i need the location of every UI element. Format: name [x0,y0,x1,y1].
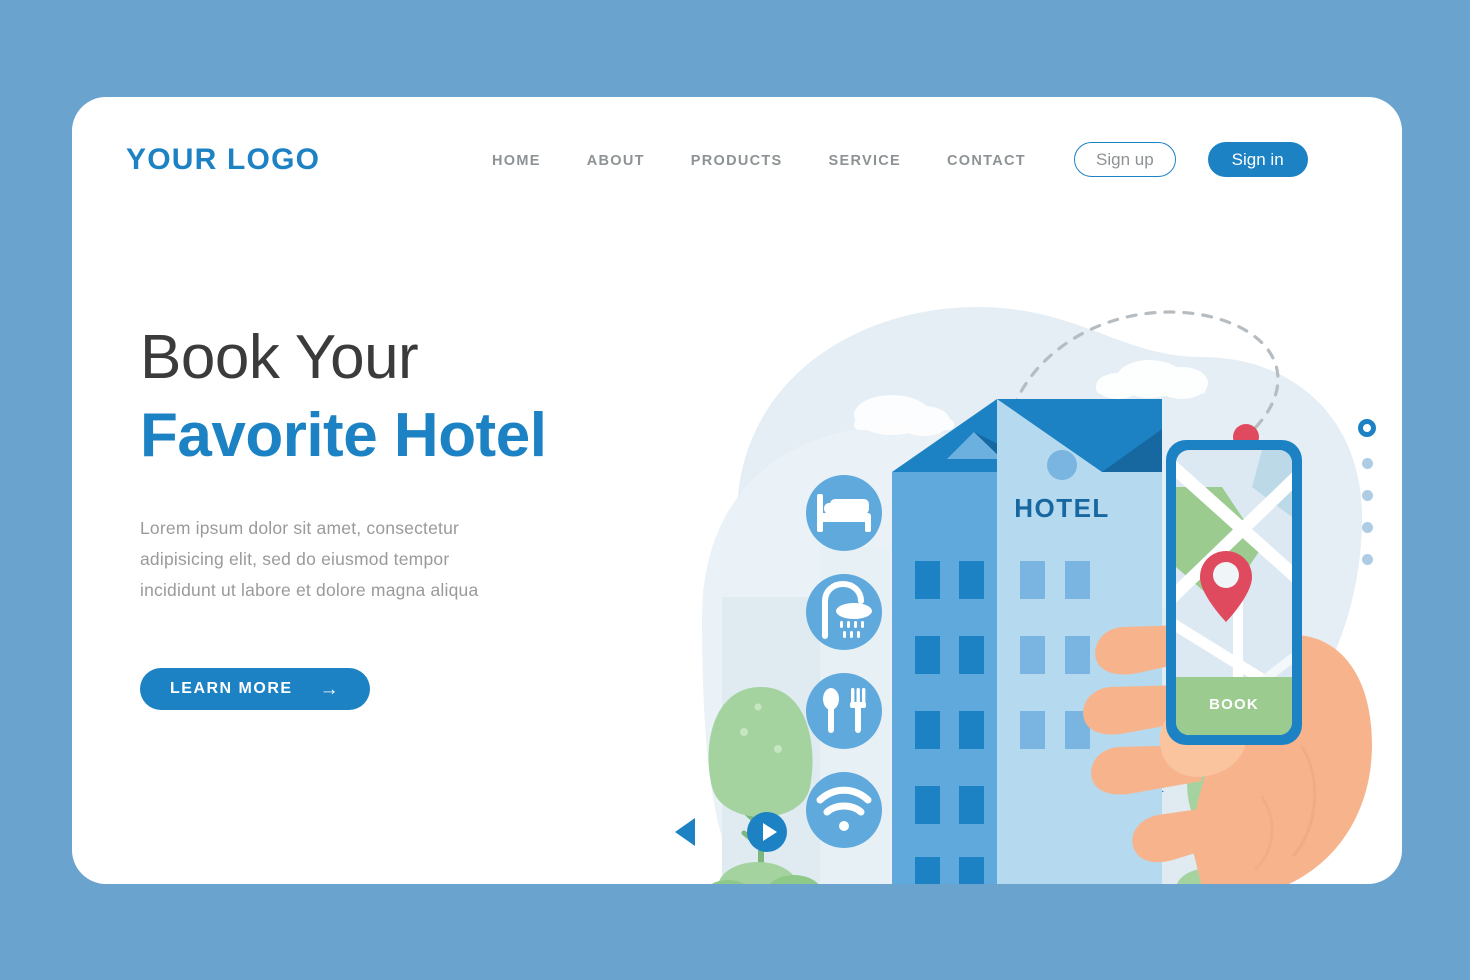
carousel-dot-1[interactable] [1358,419,1376,437]
arrow-right-icon: → [319,678,341,700]
carousel-controls [675,812,787,852]
headline-line-1: Book Your [140,323,419,392]
hero-card: YOUR LOGO HOME ABOUT PRODUCTS SERVICE CO… [72,97,1402,884]
page-root: YOUR LOGO HOME ABOUT PRODUCTS SERVICE CO… [0,0,1470,980]
nav-item-about[interactable]: ABOUT [587,153,645,169]
auth-buttons: Sign up Sign in [1074,142,1308,177]
learn-more-button[interactable]: LEARN MORE → [140,668,371,710]
carousel-dots [1358,419,1376,565]
hotel-sign-text: HOTEL [1014,493,1110,523]
carousel-dot-3[interactable] [1361,490,1373,501]
main-navigation: HOME ABOUT PRODUCTS SERVICE CONTACT [492,153,1026,169]
phone-screen: BOOK [1176,450,1292,735]
hotel-door-circle [1047,450,1077,480]
nav-item-contact[interactable]: CONTACT [947,153,1026,169]
carousel-dot-5[interactable] [1361,554,1373,565]
carousel-next-icon[interactable] [747,812,787,852]
learn-more-label: LEARN MORE [170,680,293,697]
carousel-dot-4[interactable] [1361,522,1373,533]
nav-item-home[interactable]: HOME [492,153,541,169]
carousel-prev-icon[interactable] [675,818,695,846]
amenity-restaurant [806,673,882,749]
amenity-wifi [806,772,882,848]
hero-paragraph: Lorem ipsum dolor sit amet, consectetur … [140,518,479,600]
phone-book-label: BOOK [1209,696,1259,713]
sign-up-button[interactable]: Sign up [1074,142,1176,177]
nav-item-service[interactable]: SERVICE [829,153,902,169]
amenity-shower [806,574,882,650]
amenity-bed [806,475,882,551]
smartphone: BOOK [1166,440,1302,745]
hero-illustration: HOTEL BOOK [562,187,1402,884]
sign-in-button[interactable]: Sign in [1207,142,1308,177]
site-logo[interactable]: YOUR LOGO [126,143,320,177]
carousel-dot-2[interactable] [1361,458,1373,469]
nav-item-products[interactable]: PRODUCTS [691,153,783,169]
